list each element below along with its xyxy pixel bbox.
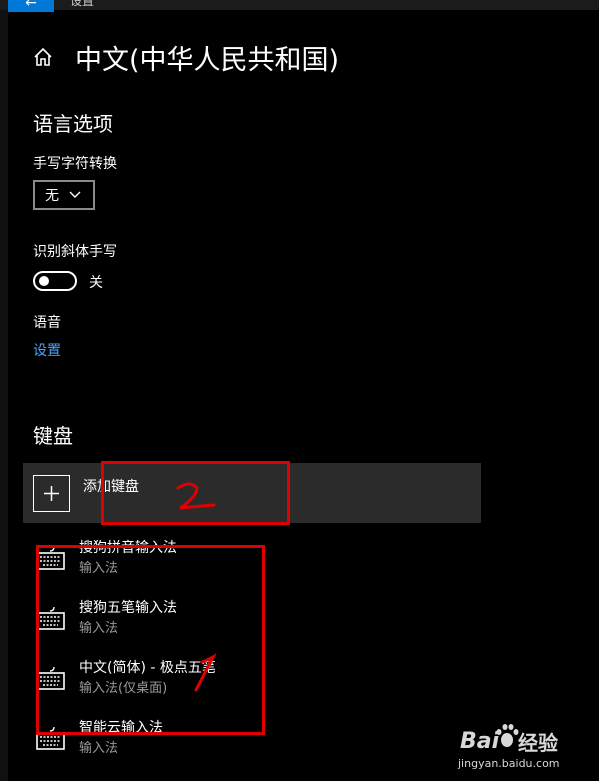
home-icon[interactable] xyxy=(32,46,54,68)
chevron-down-icon xyxy=(69,191,81,198)
ime-type: 输入法 xyxy=(79,741,119,756)
speech-settings-link[interactable]: 设置 xyxy=(33,340,61,360)
handwriting-label: 手写字符转换 xyxy=(33,156,117,172)
italic-handwriting-label: 识别斜体手写 xyxy=(33,244,117,260)
italic-handwriting-toggle[interactable] xyxy=(33,271,77,291)
window-title: 设置 xyxy=(70,0,95,8)
keyboard-heading: 键盘 xyxy=(33,424,73,448)
svg-text:Bai: Bai xyxy=(460,729,500,754)
speech-label: 语音 xyxy=(33,315,61,331)
watermark-brand: 经验 xyxy=(518,731,558,755)
page-title: 中文(中华人民共和国) xyxy=(75,45,340,76)
language-options-heading: 语言选项 xyxy=(33,112,113,136)
handwriting-dropdown[interactable]: 无 xyxy=(33,180,95,210)
handwriting-value: 无 xyxy=(45,188,59,204)
toggle-state-label: 关 xyxy=(89,275,103,291)
watermark-url: jingyan.baidu.com xyxy=(458,757,560,770)
annotation-box-2 xyxy=(101,461,290,525)
annotation-box-1 xyxy=(36,545,265,735)
plus-icon xyxy=(33,475,70,512)
nav-edge xyxy=(0,10,8,781)
arrow-left-icon: ← xyxy=(25,0,37,11)
toggle-knob xyxy=(39,276,49,286)
back-button[interactable]: ← xyxy=(8,0,54,12)
